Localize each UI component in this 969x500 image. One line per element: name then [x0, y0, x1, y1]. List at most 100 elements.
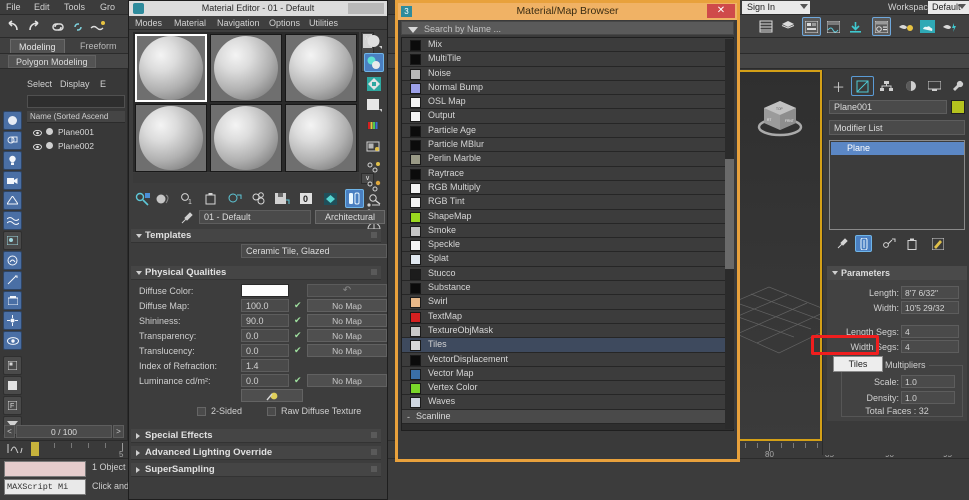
- menu-group[interactable]: Gro: [100, 2, 115, 12]
- browser-item-row[interactable]: Perlin Marble: [402, 152, 733, 167]
- backlight-icon[interactable]: [364, 53, 384, 72]
- density-input[interactable]: 1.0: [901, 391, 955, 404]
- filter-particles-icon[interactable]: [3, 271, 22, 290]
- time-slider-prev-button[interactable]: <: [4, 425, 15, 438]
- advanced-lighting-rollout-header[interactable]: Advanced Lighting Override: [131, 446, 381, 460]
- me-menu-utilities[interactable]: Utilities: [309, 18, 338, 28]
- filter-selection-set-icon[interactable]: [3, 356, 22, 375]
- sign-in-chevron-down-icon[interactable]: [800, 4, 808, 9]
- modifier-stack-entry-plane[interactable]: Plane: [831, 142, 964, 155]
- render-teapot-lightning-icon[interactable]: [940, 17, 959, 36]
- menu-file[interactable]: File: [6, 2, 21, 12]
- tab-display[interactable]: [923, 76, 946, 96]
- shininess-checkbox[interactable]: ✔: [294, 316, 303, 325]
- menu-tools[interactable]: Tools: [64, 2, 85, 12]
- browser-item-row[interactable]: Speckle: [402, 238, 733, 253]
- rollout-triangle-icon[interactable]: [136, 450, 140, 456]
- luminance-preset-button[interactable]: [241, 389, 303, 402]
- me-menu-navigation[interactable]: Navigation: [217, 18, 260, 28]
- material-sample-slots[interactable]: [133, 32, 359, 172]
- go-to-parent-icon[interactable]: [365, 189, 384, 208]
- ribbon-subtab-polygon-modeling[interactable]: Polygon Modeling: [8, 55, 96, 68]
- scale-input[interactable]: 1.0: [901, 375, 955, 388]
- scene-explorer-column-header[interactable]: Name (Sorted Ascend: [27, 111, 125, 123]
- filter-freeze-icon[interactable]: F: [3, 396, 22, 415]
- two-sided-checkbox[interactable]: [197, 407, 206, 416]
- browser-item-row[interactable]: Output: [402, 109, 733, 124]
- width-segs-input[interactable]: 4: [901, 340, 959, 353]
- rollout-pin-icon[interactable]: [371, 449, 377, 455]
- browser-item-list[interactable]: Mix MultiTile Noise Normal Bump OSL Map Outpu…: [401, 37, 734, 431]
- browser-close-icon[interactable]: ✕: [707, 4, 735, 18]
- rollout-triangle-icon[interactable]: [136, 271, 142, 278]
- browser-item-row[interactable]: Vertex Color: [402, 381, 733, 396]
- render-teapot-gear-icon[interactable]: [896, 17, 915, 36]
- render-frame-window-icon[interactable]: [824, 17, 843, 36]
- options-icon[interactable]: [364, 158, 384, 177]
- luminance-checkbox[interactable]: ✔: [294, 376, 303, 385]
- rollout-triangle-icon[interactable]: [136, 234, 142, 241]
- browser-item-row[interactable]: Normal Bump: [402, 80, 733, 96]
- bind-space-warp-icon[interactable]: [88, 17, 107, 36]
- time-slider-frame-display[interactable]: 0 / 100: [16, 425, 112, 438]
- browser-group-row[interactable]: - Scanline: [402, 409, 733, 425]
- filter-space-warps-icon[interactable]: [3, 211, 22, 230]
- visibility-eye-icon[interactable]: [33, 128, 42, 137]
- render-setup-icon[interactable]: [802, 17, 821, 36]
- filter-visible-eye-icon[interactable]: [3, 331, 22, 350]
- perspective-viewport[interactable]: TOP RT FRNT: [737, 70, 822, 441]
- save-material-icon[interactable]: [273, 189, 292, 208]
- transparency-map-button[interactable]: No Map: [307, 329, 387, 342]
- browser-filter-triangle-icon[interactable]: [408, 27, 418, 33]
- filter-lights-icon[interactable]: [3, 151, 22, 170]
- browser-item-row[interactable]: Mix: [402, 38, 733, 53]
- browser-item-row[interactable]: OSL Map: [402, 95, 733, 110]
- browser-title-bar[interactable]: 3 Material/Map Browser ✕: [398, 3, 737, 20]
- scene-explorer-row-plane002[interactable]: Plane002: [27, 139, 125, 152]
- video-color-check-icon[interactable]: [364, 116, 384, 135]
- rollout-triangle-icon[interactable]: [136, 433, 140, 439]
- time-slider-next-button[interactable]: >: [113, 425, 124, 438]
- browser-item-row[interactable]: TextMap: [402, 309, 733, 324]
- undo-icon[interactable]: [4, 17, 23, 36]
- supersampling-rollout-header[interactable]: SuperSampling: [131, 463, 381, 477]
- delete-material-icon[interactable]: [201, 189, 220, 208]
- material-name-input[interactable]: 01 - Default: [199, 210, 311, 224]
- explorer-menu-display[interactable]: Display: [60, 79, 90, 89]
- browser-item-row[interactable]: Vector Map: [402, 366, 733, 382]
- browser-item-row[interactable]: Waves: [402, 395, 733, 410]
- filter-helpers-icon[interactable]: [3, 191, 22, 210]
- visibility-eye-icon[interactable]: [33, 142, 42, 151]
- shininess-input[interactable]: 90.0: [241, 314, 289, 327]
- translucency-checkbox[interactable]: ✔: [294, 346, 303, 355]
- ribbon-tab-modeling[interactable]: Modeling: [10, 39, 65, 53]
- sample-slot-4[interactable]: [135, 104, 207, 172]
- tab-motion[interactable]: [899, 76, 922, 96]
- unlink-icon[interactable]: [68, 17, 87, 36]
- translucency-input[interactable]: 0.0: [241, 344, 289, 357]
- background-checker-icon[interactable]: [364, 74, 384, 93]
- pin-stack-icon[interactable]: [833, 235, 850, 252]
- modifier-stack[interactable]: Plane: [829, 140, 965, 230]
- make-unique-icon[interactable]: [881, 235, 898, 252]
- luminance-input[interactable]: 0.0: [241, 374, 289, 387]
- browser-item-row[interactable]: Tiles: [402, 338, 733, 353]
- render-settings-icon[interactable]: [872, 17, 891, 36]
- modifier-list-dropdown[interactable]: Modifier List: [829, 120, 965, 135]
- browser-item-row[interactable]: Raytrace: [402, 166, 733, 181]
- select-link-icon[interactable]: [48, 17, 67, 36]
- render-production-icon[interactable]: [846, 17, 865, 36]
- index-of-refraction-input[interactable]: 1.4: [241, 359, 289, 372]
- length-segs-input[interactable]: 4: [901, 325, 959, 338]
- rollout-triangle-icon[interactable]: [832, 271, 838, 278]
- tab-hierarchy[interactable]: [875, 76, 898, 96]
- show-map-in-viewport-icon[interactable]: [321, 189, 340, 208]
- browser-item-row[interactable]: Swirl: [402, 295, 733, 310]
- browser-item-row[interactable]: ShapeMap: [402, 209, 733, 224]
- eyedropper-icon[interactable]: [181, 211, 194, 227]
- browser-item-row[interactable]: Particle MBlur: [402, 138, 733, 153]
- browser-scrollbar[interactable]: [725, 39, 734, 429]
- show-end-result-icon[interactable]: [855, 235, 872, 252]
- length-input[interactable]: 8'7 6/32": [901, 286, 959, 299]
- width-input[interactable]: 10'5 29/32: [901, 301, 959, 314]
